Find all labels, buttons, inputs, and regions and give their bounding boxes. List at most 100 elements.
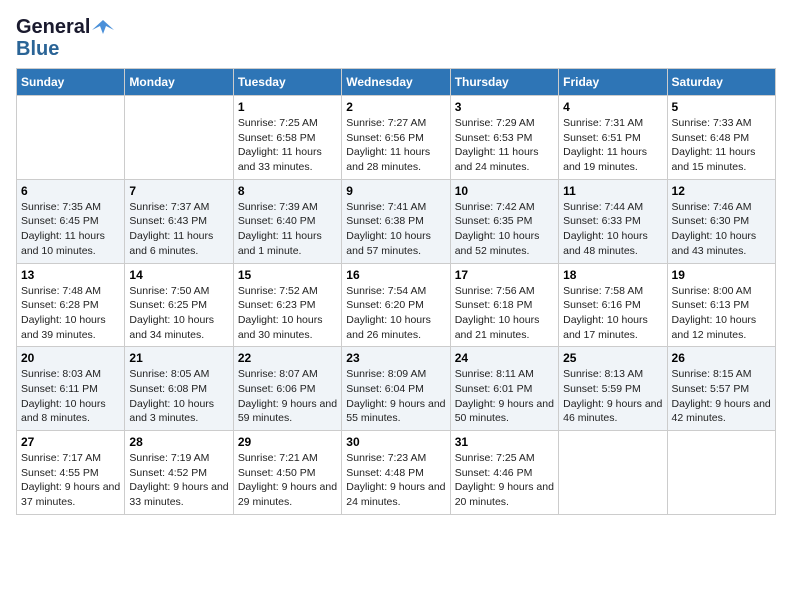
day-info: Sunrise: 7:48 AMSunset: 6:28 PMDaylight:… [21, 284, 120, 343]
calendar-cell: 12 Sunrise: 7:46 AMSunset: 6:30 PMDayligh… [667, 179, 775, 263]
day-info: Sunrise: 7:17 AMSunset: 4:55 PMDaylight:… [21, 451, 120, 510]
day-info: Sunrise: 7:35 AMSunset: 6:45 PMDaylight:… [21, 200, 120, 259]
logo-blue: Blue [16, 38, 59, 60]
calendar-header-row: SundayMondayTuesdayWednesdayThursdayFrid… [17, 69, 776, 96]
day-number: 22 [238, 351, 337, 365]
calendar-week-row: 1Sunrise: 7:25 AMSunset: 6:58 PMDaylight… [17, 96, 776, 180]
day-info: Sunrise: 8:07 AMSunset: 6:06 PMDaylight:… [238, 367, 337, 426]
day-info: Sunrise: 7:37 AMSunset: 6:43 PMDaylight:… [129, 200, 228, 259]
day-info: Sunrise: 8:00 AMSunset: 6:13 PMDaylight:… [672, 284, 771, 343]
calendar-cell: 29 Sunrise: 7:21 AMSunset: 4:50 PMDayligh… [233, 431, 341, 515]
day-info: Sunrise: 7:25 AMSunset: 6:58 PMDaylight:… [238, 116, 337, 175]
day-number: 12 [672, 184, 771, 198]
calendar-cell: 5Sunrise: 7:33 AMSunset: 6:48 PMDaylight… [667, 96, 775, 180]
day-info: Sunrise: 7:41 AMSunset: 6:38 PMDaylight:… [346, 200, 445, 259]
day-info: Sunrise: 7:58 AMSunset: 6:16 PMDaylight:… [563, 284, 662, 343]
header-wednesday: Wednesday [342, 69, 450, 96]
calendar-week-row: 13Sunrise: 7:48 AMSunset: 6:28 PMDayligh… [17, 263, 776, 347]
header-sunday: Sunday [17, 69, 125, 96]
header-tuesday: Tuesday [233, 69, 341, 96]
day-number: 10 [455, 184, 554, 198]
day-info: Sunrise: 7:54 AMSunset: 6:20 PMDaylight:… [346, 284, 445, 343]
day-number: 15 [238, 268, 337, 282]
calendar-cell: 7 Sunrise: 7:37 AMSunset: 6:43 PMDaylight… [125, 179, 233, 263]
day-info: Sunrise: 8:13 AMSunset: 5:59 PMDaylight:… [563, 367, 662, 426]
calendar-cell: 10 Sunrise: 7:42 AMSunset: 6:35 PMDayligh… [450, 179, 558, 263]
day-info: Sunrise: 7:21 AMSunset: 4:50 PMDaylight:… [238, 451, 337, 510]
calendar-cell: 1Sunrise: 7:25 AMSunset: 6:58 PMDaylight… [233, 96, 341, 180]
calendar-cell: 21 Sunrise: 8:05 AMSunset: 6:08 PMDayligh… [125, 347, 233, 431]
calendar-cell: 18 Sunrise: 7:58 AMSunset: 6:16 PMDayligh… [559, 263, 667, 347]
calendar-cell: 4 Sunrise: 7:31 AMSunset: 6:51 PMDaylight… [559, 96, 667, 180]
day-number: 11 [563, 184, 662, 198]
day-number: 28 [129, 435, 228, 449]
day-number: 27 [21, 435, 120, 449]
day-number: 23 [346, 351, 445, 365]
calendar-cell: 19 Sunrise: 8:00 AMSunset: 6:13 PMDayligh… [667, 263, 775, 347]
day-number: 8 [238, 184, 337, 198]
day-number: 24 [455, 351, 554, 365]
day-number: 20 [21, 351, 120, 365]
day-number: 3 [455, 100, 554, 114]
day-number: 30 [346, 435, 445, 449]
day-info: Sunrise: 7:52 AMSunset: 6:23 PMDaylight:… [238, 284, 337, 343]
calendar-cell [667, 431, 775, 515]
day-info: Sunrise: 8:03 AMSunset: 6:11 PMDaylight:… [21, 367, 120, 426]
calendar-cell: 9 Sunrise: 7:41 AMSunset: 6:38 PMDaylight… [342, 179, 450, 263]
calendar-cell: 20 Sunrise: 8:03 AMSunset: 6:11 PMDayligh… [17, 347, 125, 431]
calendar-cell [125, 96, 233, 180]
page-header: General Blue [16, 16, 776, 60]
day-number: 18 [563, 268, 662, 282]
day-number: 5 [672, 100, 771, 114]
day-info: Sunrise: 8:15 AMSunset: 5:57 PMDaylight:… [672, 367, 771, 426]
day-number: 14 [129, 268, 228, 282]
calendar-cell: 30 Sunrise: 7:23 AMSunset: 4:48 PMDayligh… [342, 431, 450, 515]
day-number: 19 [672, 268, 771, 282]
day-info: Sunrise: 7:44 AMSunset: 6:33 PMDaylight:… [563, 200, 662, 259]
calendar-cell: 25 Sunrise: 8:13 AMSunset: 5:59 PMDayligh… [559, 347, 667, 431]
calendar-cell: 15 Sunrise: 7:52 AMSunset: 6:23 PMDayligh… [233, 263, 341, 347]
calendar-cell: 26Sunrise: 8:15 AMSunset: 5:57 PMDayligh… [667, 347, 775, 431]
calendar-cell: 13Sunrise: 7:48 AMSunset: 6:28 PMDayligh… [17, 263, 125, 347]
day-info: Sunrise: 7:56 AMSunset: 6:18 PMDaylight:… [455, 284, 554, 343]
calendar-cell: 28Sunrise: 7:19 AMSunset: 4:52 PMDayligh… [125, 431, 233, 515]
calendar-cell: 27 Sunrise: 7:17 AMSunset: 4:55 PMDayligh… [17, 431, 125, 515]
day-number: 6 [21, 184, 120, 198]
calendar-cell: 11 Sunrise: 7:44 AMSunset: 6:33 PMDayligh… [559, 179, 667, 263]
calendar-cell: 31 Sunrise: 7:25 AMSunset: 4:46 PMDayligh… [450, 431, 558, 515]
calendar-week-row: 6 Sunrise: 7:35 AMSunset: 6:45 PMDaylight… [17, 179, 776, 263]
day-number: 4 [563, 100, 662, 114]
calendar-cell: 3 Sunrise: 7:29 AMSunset: 6:53 PMDaylight… [450, 96, 558, 180]
day-number: 9 [346, 184, 445, 198]
day-number: 21 [129, 351, 228, 365]
calendar-cell: 14Sunrise: 7:50 AMSunset: 6:25 PMDayligh… [125, 263, 233, 347]
calendar-cell [17, 96, 125, 180]
day-info: Sunrise: 7:23 AMSunset: 4:48 PMDaylight:… [346, 451, 445, 510]
day-info: Sunrise: 7:25 AMSunset: 4:46 PMDaylight:… [455, 451, 554, 510]
day-info: Sunrise: 7:27 AMSunset: 6:56 PMDaylight:… [346, 116, 445, 175]
calendar-cell: 22 Sunrise: 8:07 AMSunset: 6:06 PMDayligh… [233, 347, 341, 431]
day-info: Sunrise: 7:46 AMSunset: 6:30 PMDaylight:… [672, 200, 771, 259]
day-info: Sunrise: 7:42 AMSunset: 6:35 PMDaylight:… [455, 200, 554, 259]
calendar-cell: 24Sunrise: 8:11 AMSunset: 6:01 PMDayligh… [450, 347, 558, 431]
logo-bird-icon [92, 16, 114, 38]
day-info: Sunrise: 7:31 AMSunset: 6:51 PMDaylight:… [563, 116, 662, 175]
day-number: 31 [455, 435, 554, 449]
day-info: Sunrise: 8:05 AMSunset: 6:08 PMDaylight:… [129, 367, 228, 426]
day-number: 16 [346, 268, 445, 282]
calendar-cell: 16 Sunrise: 7:54 AMSunset: 6:20 PMDayligh… [342, 263, 450, 347]
day-info: Sunrise: 8:09 AMSunset: 6:04 PMDaylight:… [346, 367, 445, 426]
day-number: 25 [563, 351, 662, 365]
header-friday: Friday [559, 69, 667, 96]
header-monday: Monday [125, 69, 233, 96]
day-info: Sunrise: 7:39 AMSunset: 6:40 PMDaylight:… [238, 200, 337, 259]
calendar-table: SundayMondayTuesdayWednesdayThursdayFrid… [16, 68, 776, 515]
day-number: 7 [129, 184, 228, 198]
calendar-week-row: 27 Sunrise: 7:17 AMSunset: 4:55 PMDayligh… [17, 431, 776, 515]
calendar-cell: 6 Sunrise: 7:35 AMSunset: 6:45 PMDaylight… [17, 179, 125, 263]
day-info: Sunrise: 7:29 AMSunset: 6:53 PMDaylight:… [455, 116, 554, 175]
calendar-cell: 23 Sunrise: 8:09 AMSunset: 6:04 PMDayligh… [342, 347, 450, 431]
day-number: 29 [238, 435, 337, 449]
calendar-cell: 17 Sunrise: 7:56 AMSunset: 6:18 PMDayligh… [450, 263, 558, 347]
day-number: 17 [455, 268, 554, 282]
